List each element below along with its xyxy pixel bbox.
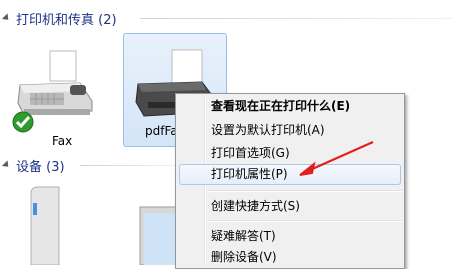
printers-section-title: 打印机和传真 (2) — [16, 12, 117, 28]
devices-section-title: 设备 (3) — [16, 159, 65, 175]
expand-arrow-icon[interactable] — [1, 160, 12, 170]
pdf-printer-label: pdfFa — [145, 124, 178, 138]
printers-section-header[interactable]: 打印机和传真 (2) — [0, 8, 117, 28]
fax-label: Fax — [52, 134, 73, 148]
menu-separator — [208, 220, 402, 222]
section-divider — [80, 165, 175, 166]
menu-item-see-whats-printing[interactable]: 查看现在正在打印什么(E) — [179, 96, 401, 117]
devices-section-header[interactable]: 设备 (3) — [0, 155, 65, 175]
context-menu: 查看现在正在打印什么(E) 设置为默认打印机(A) 打印首选项(G) 打印机属性… — [175, 93, 405, 269]
drive-icon — [30, 186, 60, 266]
menu-item-printing-preferences[interactable]: 打印首选项(G) — [179, 143, 401, 164]
expand-arrow-icon[interactable] — [1, 13, 12, 23]
menu-item-create-shortcut[interactable]: 创建快捷方式(S) — [179, 196, 401, 217]
monitor-device[interactable] — [138, 205, 179, 266]
menu-item-printer-properties[interactable]: 打印机属性(P) — [179, 164, 401, 185]
section-divider — [140, 18, 453, 19]
fax-device[interactable]: Fax — [10, 45, 100, 150]
monitor-icon — [139, 206, 179, 266]
drive-device[interactable] — [25, 185, 65, 266]
default-checkmark-icon — [12, 111, 34, 133]
menu-item-set-default-printer[interactable]: 设置为默认打印机(A) — [179, 120, 401, 141]
menu-separator — [208, 190, 402, 192]
menu-item-troubleshoot[interactable]: 疑难解答(T) — [179, 226, 401, 247]
